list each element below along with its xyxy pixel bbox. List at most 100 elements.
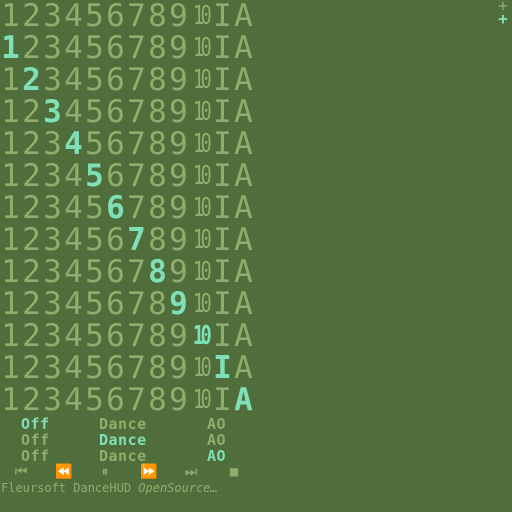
grid-cell[interactable]: 4 [63,288,84,320]
grid-cell[interactable]: 8 [147,32,168,64]
grid-cell[interactable]: 3 [42,256,63,288]
grid-cell[interactable]: 10 [192,192,212,224]
grid-cell[interactable]: 1 [0,128,21,160]
grid-cell[interactable]: A [233,192,254,224]
grid-cell[interactable]: 10 [192,320,212,352]
grid-cell[interactable]: 3 [42,32,63,64]
grid-cell[interactable]: 1 [0,0,21,32]
grid-cell[interactable]: 4 [63,96,84,128]
grid-cell[interactable]: 2 [21,320,42,352]
grid-cell[interactable]: 7 [126,384,147,416]
grid-cell[interactable]: 9 [168,352,189,384]
mode-off-button[interactable]: Off [21,432,50,448]
grid-cell[interactable]: 5 [84,256,105,288]
grid-cell[interactable]: 1 [0,64,21,96]
grid-cell[interactable]: 10 [192,32,212,64]
grid-cell[interactable]: 7 [126,160,147,192]
grid-cell[interactable]: 7 [126,224,147,256]
grid-cell[interactable]: 10 [192,288,212,320]
grid-cell[interactable]: 1 [0,32,21,64]
grid-cell[interactable]: I [212,320,233,352]
grid-cell[interactable]: 7 [126,96,147,128]
grid-cell[interactable]: I [212,384,233,416]
grid-cell[interactable]: 5 [84,192,105,224]
grid-cell[interactable]: 2 [21,288,42,320]
grid-cell[interactable]: 10 [192,224,212,256]
grid-cell[interactable]: I [212,224,233,256]
add-icon-highlighted[interactable]: + [496,11,510,27]
grid-cell[interactable]: 4 [63,224,84,256]
grid-cell[interactable]: A [233,160,254,192]
grid-cell[interactable]: 6 [105,288,126,320]
grid-cell[interactable]: 6 [105,384,126,416]
grid-cell[interactable]: I [212,288,233,320]
grid-cell[interactable]: A [233,224,254,256]
grid-cell[interactable]: 2 [21,352,42,384]
grid-cell[interactable]: 9 [168,224,189,256]
mode-ao-button[interactable]: AO [207,432,226,448]
grid-cell[interactable]: 7 [126,352,147,384]
grid-cell[interactable]: 2 [21,32,42,64]
grid-cell[interactable]: 5 [84,32,105,64]
grid-cell[interactable]: 8 [147,160,168,192]
grid-cell[interactable]: 7 [126,64,147,96]
mode-off-button[interactable]: Off [21,448,50,464]
grid-cell[interactable]: 7 [126,0,147,32]
grid-cell[interactable]: 4 [63,192,84,224]
grid-cell[interactable]: 2 [21,160,42,192]
grid-cell[interactable]: I [212,128,233,160]
grid-cell[interactable]: 9 [168,192,189,224]
skip-forward-icon[interactable]: ⏭ [178,464,204,480]
grid-cell[interactable]: 3 [42,160,63,192]
mode-dance-button[interactable]: Dance [99,416,147,432]
grid-cell[interactable]: 3 [42,384,63,416]
grid-cell[interactable]: 4 [63,160,84,192]
grid-cell[interactable]: A [233,256,254,288]
grid-cell[interactable]: 10 [192,0,212,32]
grid-cell[interactable]: 9 [168,128,189,160]
grid-cell[interactable]: 10 [192,256,212,288]
grid-cell[interactable]: 7 [126,320,147,352]
grid-cell[interactable]: 5 [84,320,105,352]
grid-cell[interactable]: 2 [21,0,42,32]
grid-cell[interactable]: 9 [168,288,189,320]
grid-cell[interactable]: 6 [105,320,126,352]
stop-icon[interactable]: ■ [221,464,247,480]
grid-cell[interactable]: 8 [147,192,168,224]
grid-cell[interactable]: 3 [42,192,63,224]
grid-cell[interactable]: 6 [105,256,126,288]
grid-cell[interactable]: I [212,96,233,128]
grid-cell[interactable]: 1 [0,384,21,416]
grid-cell[interactable]: A [233,352,254,384]
grid-cell[interactable]: 3 [42,128,63,160]
grid-cell[interactable]: A [233,288,254,320]
grid-cell[interactable]: 5 [84,160,105,192]
grid-cell[interactable]: 9 [168,64,189,96]
grid-cell[interactable]: 3 [42,64,63,96]
fast-forward-icon[interactable]: ⏩ [136,464,162,480]
grid-cell[interactable]: I [212,352,233,384]
grid-cell[interactable]: 5 [84,224,105,256]
grid-cell[interactable]: A [233,384,254,416]
grid-cell[interactable]: 2 [21,256,42,288]
grid-cell[interactable]: 8 [147,288,168,320]
grid-cell[interactable]: 6 [105,224,126,256]
grid-cell[interactable]: 2 [21,384,42,416]
grid-cell[interactable]: 9 [168,384,189,416]
grid-cell[interactable]: 6 [105,352,126,384]
grid-cell[interactable]: 2 [21,128,42,160]
grid-cell[interactable]: 6 [105,96,126,128]
grid-cell[interactable]: 6 [105,64,126,96]
grid-cell[interactable]: 5 [84,96,105,128]
grid-cell[interactable]: 6 [105,192,126,224]
grid-cell[interactable]: 5 [84,288,105,320]
grid-cell[interactable]: 4 [63,0,84,32]
grid-cell[interactable]: 8 [147,320,168,352]
grid-cell[interactable]: A [233,64,254,96]
grid-cell[interactable]: 10 [192,352,212,384]
grid-cell[interactable]: 8 [147,128,168,160]
grid-cell[interactable]: 6 [105,0,126,32]
grid-cell[interactable]: 6 [105,160,126,192]
grid-cell[interactable]: 5 [84,64,105,96]
mode-ao-button[interactable]: AO [207,416,226,432]
